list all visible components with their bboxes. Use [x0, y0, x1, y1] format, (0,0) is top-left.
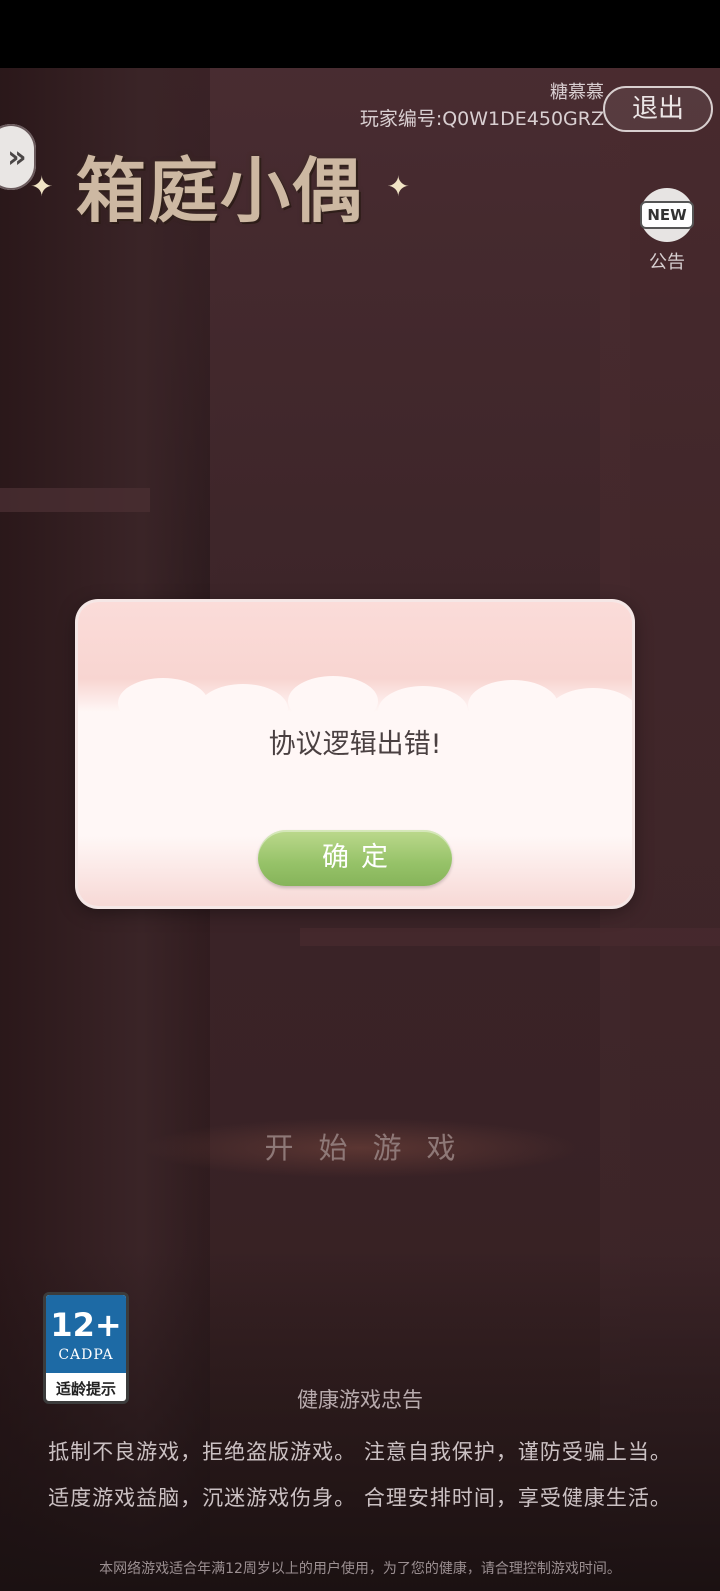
age-rating-org: CADPA — [58, 1347, 114, 1363]
background-shelf — [300, 928, 720, 946]
dialog-message: 协议逻辑出错! — [268, 729, 442, 760]
start-game-button[interactable]: 开始游戏 — [140, 1118, 580, 1178]
health-notice-line: 适度游戏益脑，沉迷游戏伤身。 合理安排时间，享受健康生活。 — [48, 1486, 672, 1510]
player-id: 玩家编号:Q0W1DE450GRZ — [359, 108, 604, 130]
user-name: 糖慕慕 — [550, 82, 604, 103]
game-logo: ✦ 箱庭小偶 ✦ — [30, 140, 410, 232]
confirm-button[interactable]: 确定 — [258, 830, 452, 886]
cloud-decoration — [288, 676, 378, 726]
notice-label: 公告 — [649, 252, 685, 273]
double-chevron-right-icon: » — [7, 139, 27, 175]
status-bar — [0, 0, 720, 68]
cloud-decoration — [118, 678, 208, 728]
age-rating: 12+ — [50, 1306, 122, 1344]
health-notice-title: 健康游戏忠告 — [297, 1388, 423, 1412]
new-badge: NEW — [640, 201, 694, 229]
game-logo-text: 箱庭小偶 — [76, 148, 364, 232]
health-notice-line: 抵制不良游戏，拒绝盗版游戏。 注意自我保护，谨防受骗上当。 — [48, 1440, 672, 1464]
age-notice-text: 本网络游戏适合年满12周岁以上的用户使用，为了您的健康，请合理控制游戏时间。 — [99, 1561, 621, 1577]
background-shelf — [0, 488, 150, 512]
sparkle-icon: ✦ — [30, 170, 54, 203]
logout-button[interactable]: 退出 — [603, 86, 713, 132]
error-dialog: 协议逻辑出错! 确定 — [78, 602, 632, 906]
user-info: 糖慕慕 玩家编号:Q0W1DE450GRZ — [360, 84, 604, 129]
notice-button[interactable]: NEW 公告 — [635, 188, 699, 273]
sparkle-icon: ✦ — [386, 170, 410, 203]
new-notice-icon: NEW — [640, 188, 694, 242]
